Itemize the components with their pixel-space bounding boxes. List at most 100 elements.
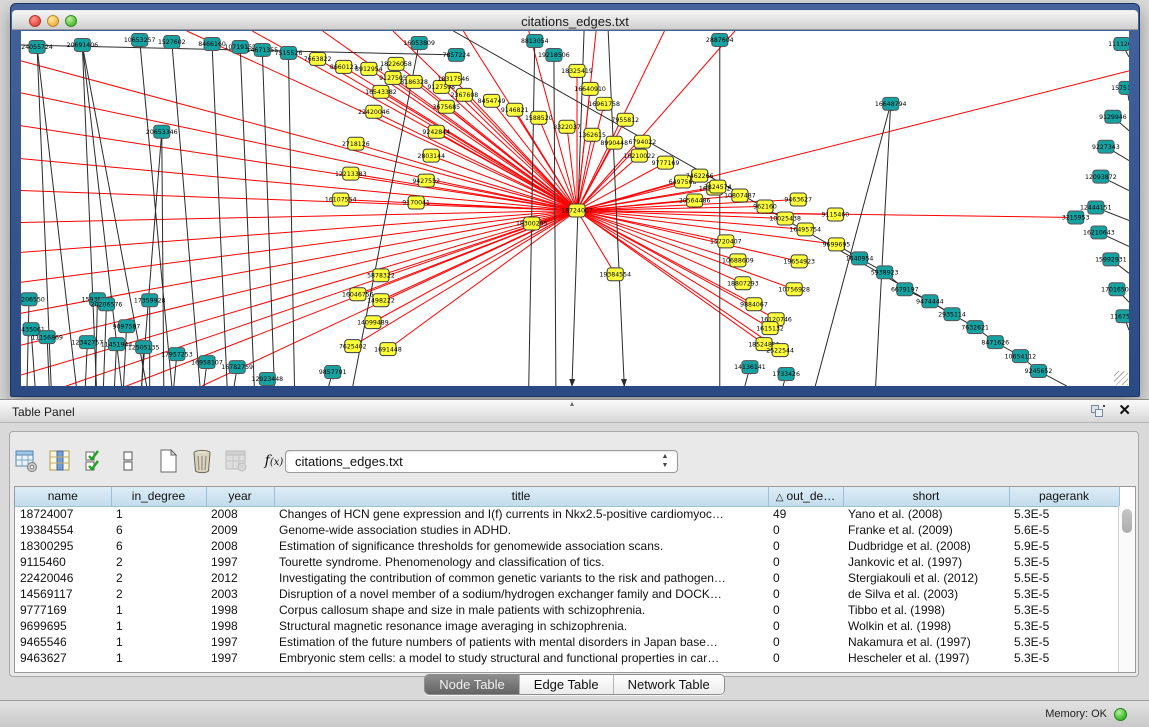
node-table[interactable]: namein_degreeyeartitle△out_de…shortpager… [14, 486, 1136, 673]
graph-node[interactable]: 3215953 [1062, 211, 1090, 224]
column-header-short[interactable]: short [843, 487, 1009, 506]
graph-node[interactable]: 9777169 [652, 156, 680, 169]
graph-node[interactable]: 16210022 [624, 149, 656, 162]
column-header-name[interactable]: name [15, 487, 111, 506]
graph-node[interactable]: 12342757 [72, 336, 104, 349]
new-document-icon[interactable] [156, 448, 180, 474]
tab-network-table[interactable]: Network Table [614, 675, 724, 694]
graph-node[interactable]: 7625402 [339, 340, 367, 353]
graph-node[interactable]: 2935114 [938, 308, 966, 321]
graph-node[interactable]: 8660123 [330, 60, 358, 73]
tab-node-table[interactable]: Node Table [425, 675, 520, 694]
select-rows-checks-icon[interactable] [82, 448, 106, 474]
graph-node[interactable]: 1111204 [1108, 37, 1129, 50]
network-canvas[interactable]: 1872400776638228660123891295418226058912… [21, 31, 1129, 386]
graph-node[interactable]: 22420046 [358, 105, 390, 118]
graph-node[interactable]: 5938923 [871, 266, 899, 279]
close-panel-icon[interactable]: ✕ [1118, 402, 1131, 420]
window-titlebar[interactable]: citations_edges.txt [12, 10, 1138, 30]
graph-node[interactable]: 5878322 [367, 269, 395, 282]
graph-node[interactable]: 10653257 [124, 33, 156, 46]
graph-node[interactable]: 20691406 [67, 38, 99, 51]
tab-edge-table[interactable]: Edge Table [520, 675, 614, 694]
graph-node[interactable]: 17957253 [161, 348, 193, 361]
graph-node[interactable]: 7515526 [275, 46, 303, 59]
graph-node[interactable]: 8813054 [521, 34, 549, 47]
graph-node[interactable]: 8454749 [478, 94, 506, 107]
table-row[interactable]: 1830029562008Estimation of significance … [15, 538, 1119, 554]
table-settings-icon[interactable] [14, 448, 38, 474]
column-header-out_de[interactable]: △out_de… [768, 487, 843, 506]
table-row[interactable]: 911546021997Tourette syndrome. Phenomeno… [15, 554, 1119, 570]
graph-node[interactable]: 16961758 [588, 97, 620, 110]
graph-node[interactable]: 14136141 [734, 361, 766, 374]
graph-node[interactable]: 7663822 [304, 52, 332, 65]
graph-node[interactable]: 19384554 [599, 268, 631, 281]
table-row[interactable]: 1938455462009Genome-wide association stu… [15, 522, 1119, 538]
graph-node[interactable]: 1640954 [846, 252, 874, 265]
graph-node[interactable]: 15751074 [1111, 81, 1129, 94]
graph-node[interactable]: 8912954 [355, 62, 383, 75]
column-header-year[interactable]: year [206, 487, 274, 506]
graph-node[interactable]: 9115460 [822, 208, 850, 221]
graph-node[interactable]: 17016504 [1101, 283, 1129, 296]
graph-node[interactable]: 16107554 [325, 193, 357, 206]
graph-node[interactable]: 16210643 [1083, 226, 1115, 239]
graph-node[interactable]: 16640910 [574, 82, 606, 95]
graph-node[interactable]: 16958107 [191, 356, 223, 369]
delete-trash-icon[interactable] [190, 448, 214, 474]
scrollbar-thumb[interactable] [1122, 509, 1132, 533]
resize-grip-icon[interactable] [1114, 371, 1128, 385]
table-row[interactable]: 1456911722003Disruption of a novel membe… [15, 586, 1119, 602]
graph-node[interactable]: 10654112 [1005, 350, 1037, 363]
panel-drag-handle-icon[interactable]: ▴ [570, 399, 574, 408]
graph-node[interactable]: 2887604 [706, 33, 734, 46]
table-vertical-scrollbar[interactable] [1118, 506, 1135, 672]
graph-node[interactable]: 9245652 [1025, 365, 1053, 378]
graph-node[interactable]: 1167533 [1110, 310, 1129, 323]
graph-node[interactable]: 18325419 [561, 64, 593, 77]
table-row[interactable]: 2242004622012Investigating the contribut… [15, 570, 1119, 586]
table-row[interactable]: 977716911998Corpus callosum shape and si… [15, 602, 1119, 618]
graph-node[interactable]: 8471626 [981, 336, 1009, 349]
graph-node[interactable]: 7632621 [961, 321, 989, 334]
graph-node[interactable]: 25206550 [21, 293, 45, 306]
graph-node[interactable]: 7857224 [443, 48, 471, 61]
graph-node[interactable]: 7955812 [611, 113, 639, 126]
function-builder-icon[interactable]: f(x) [262, 448, 286, 474]
graph-node[interactable]: 9129946 [1099, 110, 1127, 123]
graph-node[interactable]: 15992931 [1095, 253, 1127, 266]
graph-node[interactable]: 1527602 [158, 35, 186, 48]
column-header-pagerank[interactable]: pagerank [1009, 487, 1119, 506]
graph-node[interactable]: 24055724 [21, 40, 53, 53]
column-header-title[interactable]: title [274, 487, 768, 506]
table-row[interactable]: 969969511998Structural magnetic resonanc… [15, 618, 1119, 634]
graph-node[interactable]: 9857791 [319, 366, 347, 379]
network-table-select[interactable]: citations_edges.txt ▲▼ [285, 450, 678, 473]
graph-node[interactable]: 962160 [753, 200, 777, 213]
graph-node[interactable]: 9170041 [402, 196, 430, 209]
graph-node[interactable]: 18226058 [380, 57, 412, 70]
graph-node[interactable]: 9884067 [740, 298, 768, 311]
graph-node[interactable]: 20653346 [146, 125, 178, 138]
graph-node[interactable]: 16053809 [403, 36, 435, 49]
float-panel-icon[interactable] [1091, 405, 1105, 418]
graph-node[interactable]: 12505135 [128, 341, 160, 354]
column-header-in_degree[interactable]: in_degree [111, 487, 206, 506]
table-row[interactable]: 1872400712008Changes of HCN gene express… [15, 506, 1119, 522]
network-graph[interactable]: 1872400776638228660123891295418226058912… [21, 31, 1129, 386]
graph-node[interactable]: 19218506 [538, 48, 570, 61]
select-column-icon[interactable] [48, 448, 72, 474]
graph-node[interactable]: 6794022 [629, 135, 657, 148]
table-row[interactable]: 946554611997Estimation of the future num… [15, 634, 1119, 650]
graph-node[interactable]: 12093872 [1085, 170, 1117, 183]
graph-node[interactable]: 17359928 [134, 294, 166, 307]
graph-node[interactable]: 12923448 [252, 373, 284, 386]
table-row[interactable]: 946362711997Embryonic stem cells: a mode… [15, 650, 1119, 666]
graph-node[interactable]: 8466160 [198, 37, 226, 50]
graph-node[interactable]: 1733426 [772, 368, 800, 381]
graph-node[interactable]: 15720407 [710, 235, 742, 248]
graph-node[interactable]: 9463627 [784, 193, 812, 206]
graph-node[interactable]: 16648794 [875, 97, 907, 110]
graph-node[interactable]: 1588520 [525, 111, 553, 124]
